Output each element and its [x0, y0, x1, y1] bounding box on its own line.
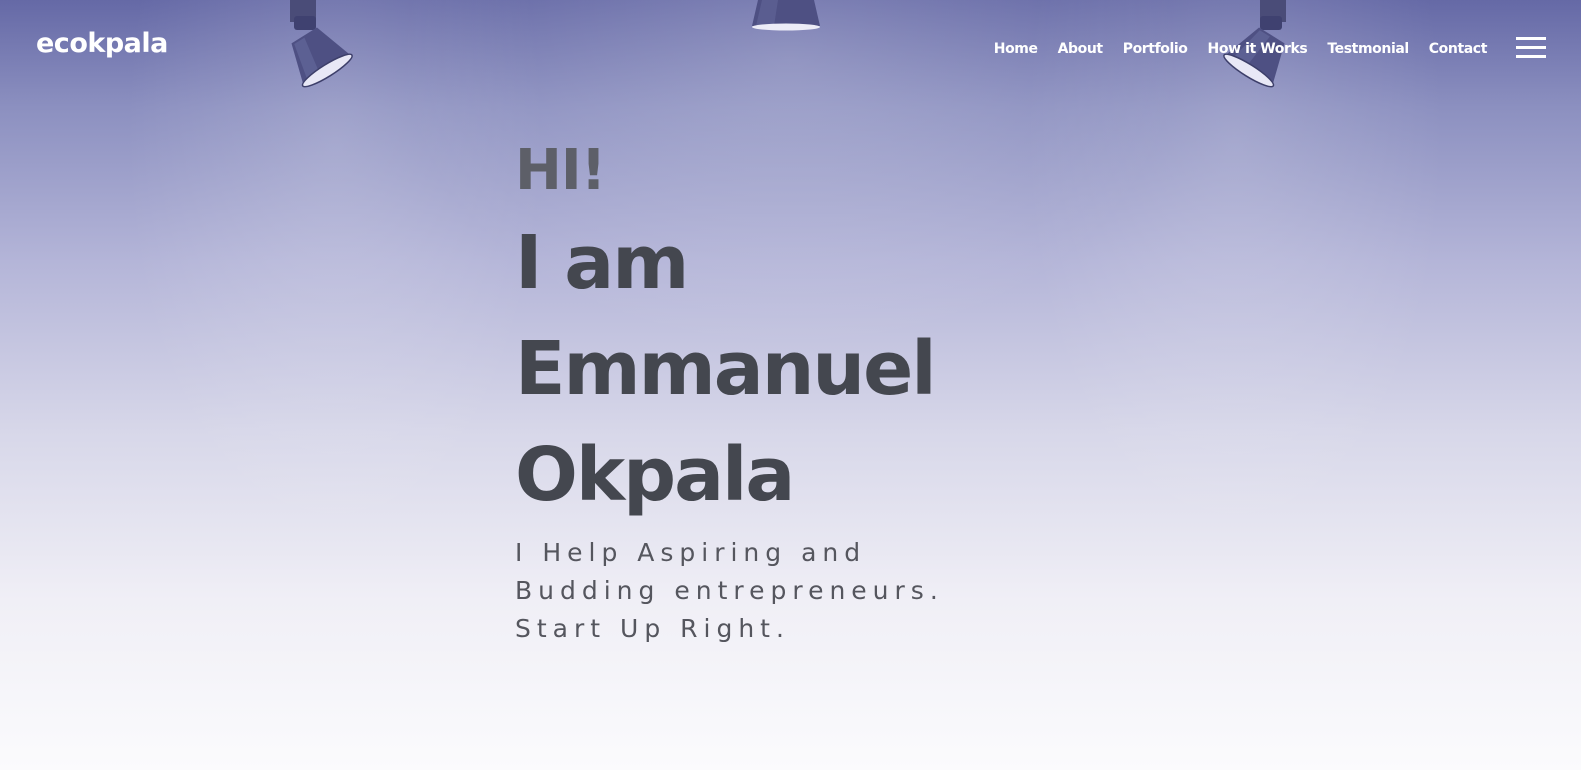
hamburger-bar-top — [1516, 37, 1546, 40]
nav-link-testimonial[interactable]: Testmonial — [1327, 41, 1409, 57]
hero-title: I am Emmanuel Okpala — [515, 210, 1215, 528]
navbar: ecokpala Home About Portfolio How it Wor… — [0, 0, 1581, 96]
nav-link-contact[interactable]: Contact — [1429, 41, 1488, 57]
hamburger-menu-icon[interactable] — [1516, 37, 1546, 59]
nav-item-contact: Contact — [1429, 38, 1488, 57]
hamburger-bar-bottom — [1516, 55, 1546, 58]
nav-menu: Home About Portfolio How it Works Testmo… — [994, 38, 1488, 57]
nav-item-how-it-works: How it Works — [1208, 38, 1308, 57]
hero-title-line-3: Okpala — [515, 432, 795, 518]
site-logo[interactable]: ecokpala — [36, 28, 168, 59]
hero-title-line-1: I am — [515, 220, 689, 306]
nav-link-about[interactable]: About — [1058, 41, 1104, 57]
nav-item-portfolio: Portfolio — [1123, 38, 1188, 57]
nav-link-portfolio[interactable]: Portfolio — [1123, 41, 1188, 57]
nav-item-home: Home — [994, 38, 1038, 57]
nav-item-testimonial: Testmonial — [1327, 38, 1409, 57]
hamburger-bar-middle — [1516, 46, 1546, 49]
hero-tagline: I Help Aspiring and Budding entrepreneur… — [515, 538, 944, 643]
hero-title-line-2: Emmanuel — [515, 326, 937, 412]
hero-greeting: HI! — [515, 138, 606, 203]
nav-item-about: About — [1058, 38, 1104, 57]
hero-section: HI! I am Emmanuel Okpala I Help Aspiring… — [515, 132, 1215, 648]
nav-link-how-it-works[interactable]: How it Works — [1208, 41, 1308, 57]
nav-link-home[interactable]: Home — [994, 41, 1038, 57]
